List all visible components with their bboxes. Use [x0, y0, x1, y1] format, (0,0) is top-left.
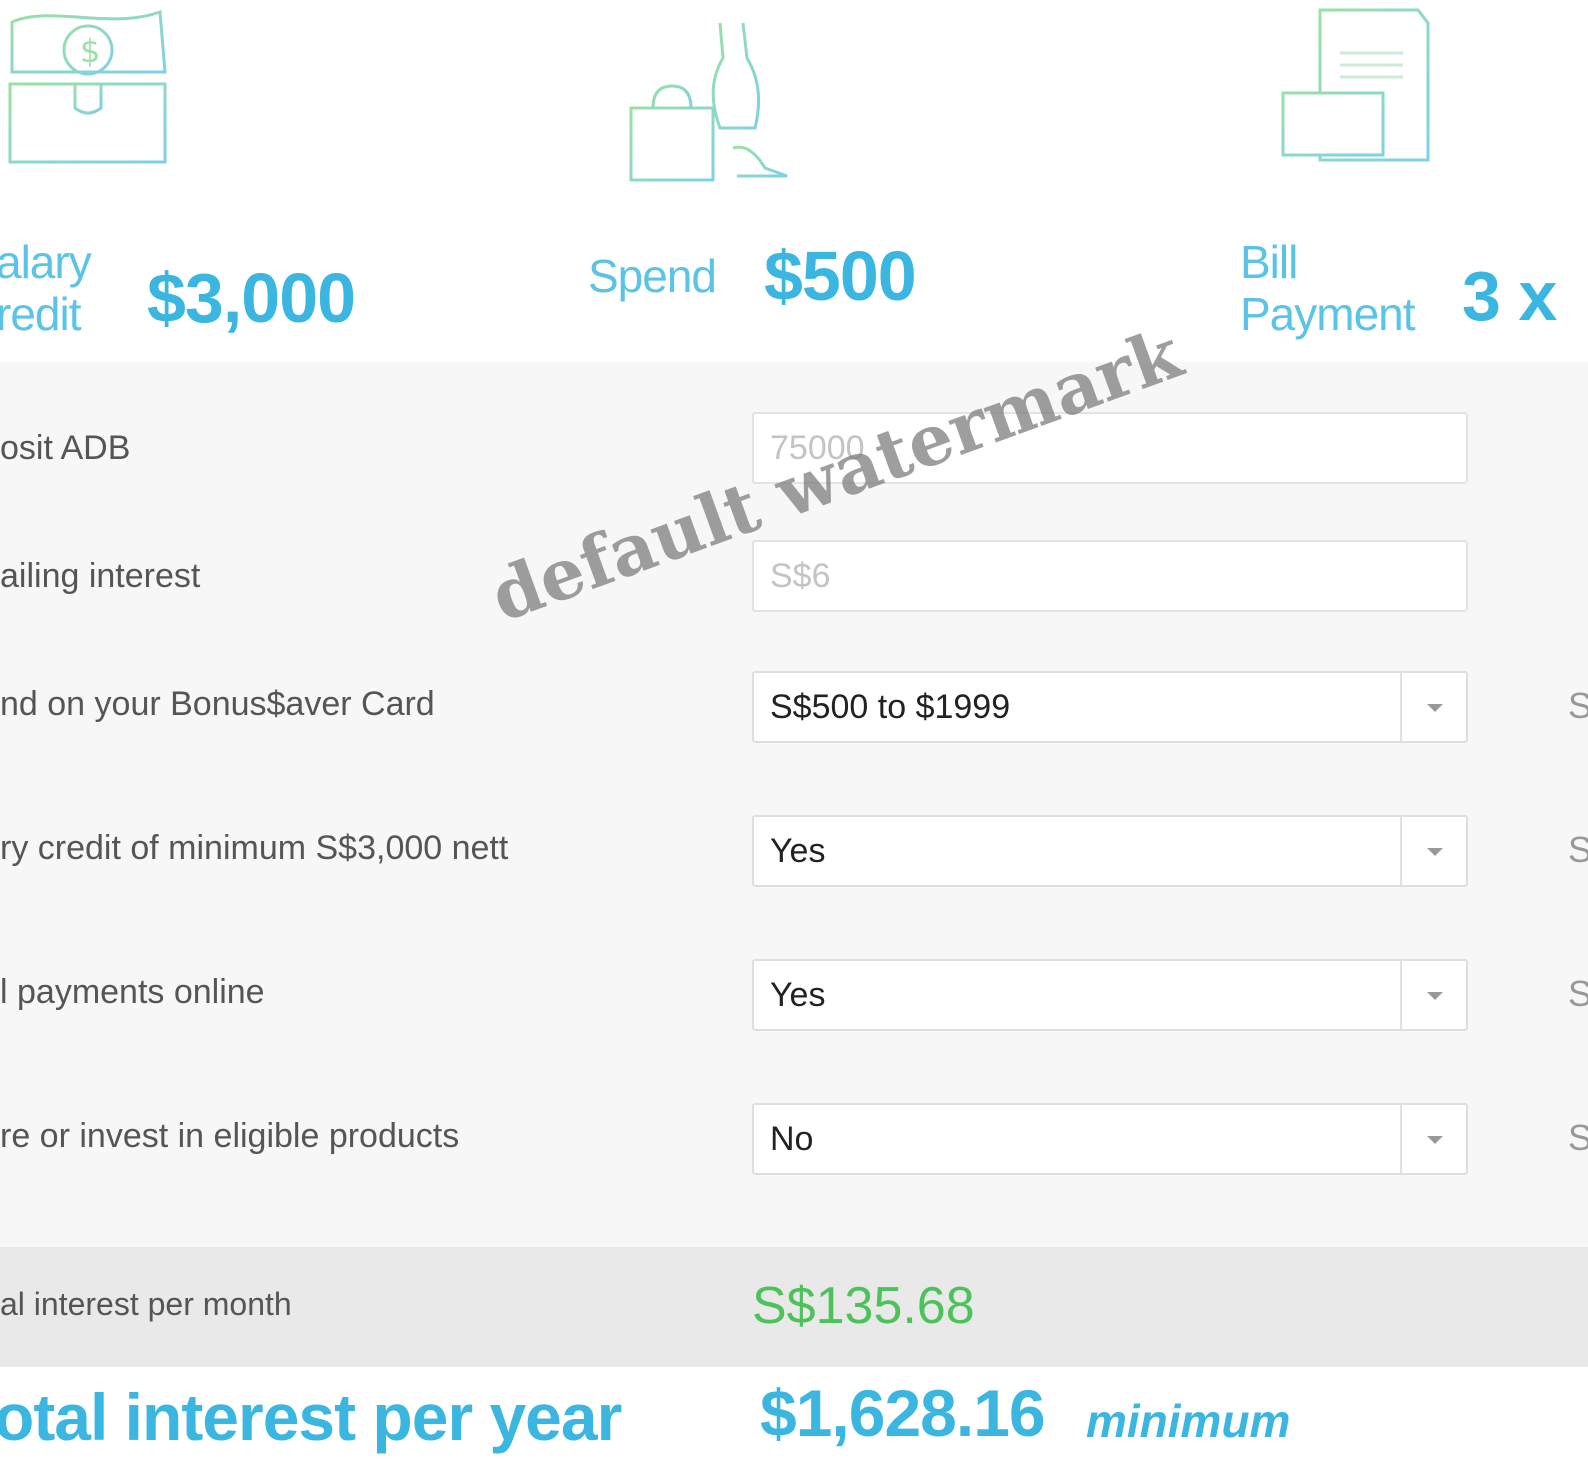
monthly-interest-value: S$135.68 — [752, 1277, 975, 1335]
deposit-adb-label: osit ADB — [0, 429, 131, 467]
chevron-down-icon — [1427, 992, 1443, 1000]
yearly-interest-value: $1,628.16 — [760, 1376, 1046, 1450]
salary-credit-select[interactable]: Yes — [752, 815, 1468, 887]
prevailing-interest-input[interactable]: S$6 — [752, 540, 1468, 612]
chevron-down-icon — [1427, 848, 1443, 856]
insure-invest-result: S — [1568, 1117, 1588, 1158]
svg-text:$: $ — [80, 32, 100, 70]
yearly-interest-label: otal interest per year — [0, 1380, 622, 1454]
bill-payment-value: 3 x — [1462, 257, 1557, 335]
bill-payments-selected-value: Yes — [770, 976, 826, 1014]
card-spend-select[interactable]: S$500 to $1999 — [752, 671, 1468, 743]
bill-payments-result: S — [1568, 973, 1588, 1014]
prevailing-interest-placeholder: S$6 — [770, 557, 831, 595]
salary-credit-value: $3,000 — [147, 259, 356, 337]
spend-value: $500 — [764, 237, 917, 315]
card-spend-result: S — [1568, 685, 1588, 726]
bill-documents-icon — [1278, 5, 1453, 170]
bill-payments-label: l payments online — [0, 973, 265, 1011]
salary-credit-selected-value: Yes — [770, 832, 826, 870]
shopping-dress-icon — [625, 18, 795, 188]
salary-credit-label: alary redit — [0, 236, 92, 340]
salary-credit-dropdown-toggle[interactable] — [1400, 817, 1466, 885]
bill-payments-dropdown-toggle[interactable] — [1400, 961, 1466, 1029]
chevron-down-icon — [1427, 1136, 1443, 1144]
card-spend-dropdown-toggle[interactable] — [1400, 673, 1466, 741]
insure-invest-dropdown-toggle[interactable] — [1400, 1105, 1466, 1173]
bill-payments-select[interactable]: Yes — [752, 959, 1468, 1031]
money-wallet-icon: $ — [0, 0, 175, 170]
insure-invest-selected-value: No — [770, 1120, 814, 1158]
monthly-interest-label: al interest per month — [0, 1286, 292, 1322]
chevron-down-icon — [1427, 704, 1443, 712]
prevailing-interest-label: ailing interest — [0, 557, 201, 595]
card-spend-selected-value: S$500 to $1999 — [770, 688, 1011, 726]
deposit-adb-input[interactable]: 75000 — [752, 412, 1468, 484]
spend-label: Spend — [588, 250, 717, 302]
yearly-interest-minimum: minimum — [1086, 1395, 1291, 1447]
salary-credit-result: S — [1568, 829, 1588, 870]
insure-invest-select[interactable]: No — [752, 1103, 1468, 1175]
deposit-adb-placeholder: 75000 — [770, 429, 865, 467]
insure-invest-label: re or invest in eligible products — [0, 1117, 460, 1155]
salary-credit-row-label: ry credit of minimum S$3,000 nett — [0, 829, 509, 867]
card-spend-label: nd on your Bonus$aver Card — [0, 685, 435, 723]
bill-payment-label: Bill Payment — [1240, 236, 1416, 340]
